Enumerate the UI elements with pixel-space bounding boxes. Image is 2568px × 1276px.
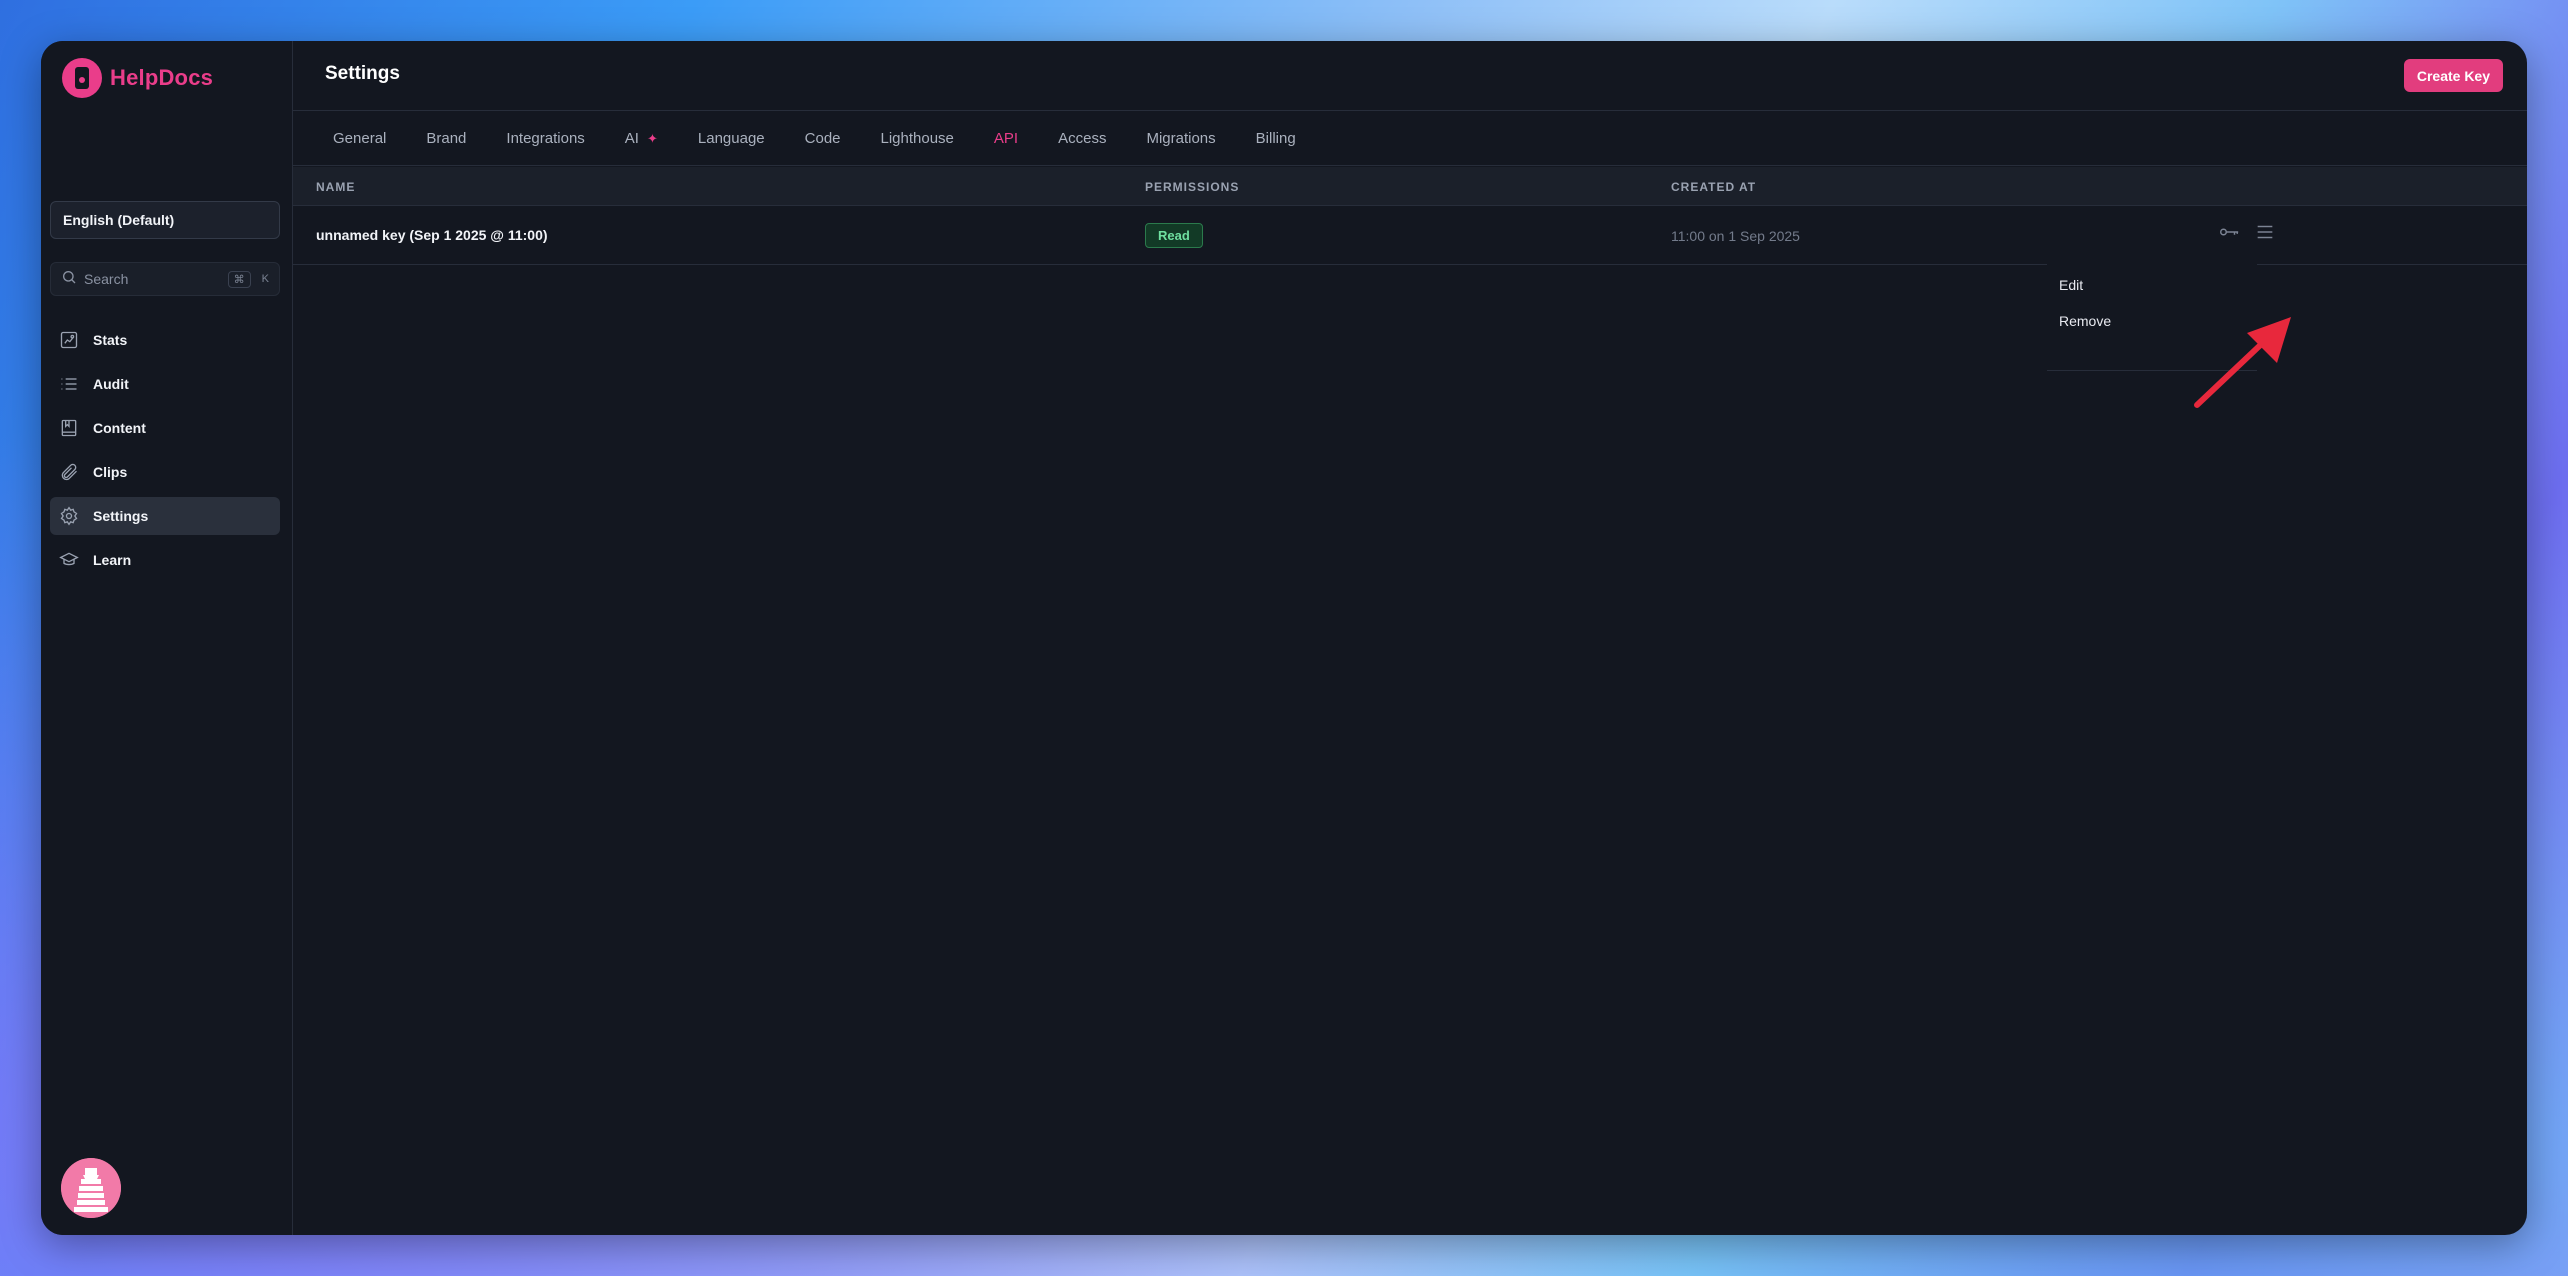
sidebar-item-label: Stats — [93, 332, 128, 348]
settings-tabs: General Brand Integrations AI ✦ Language… — [293, 112, 2527, 166]
sidebar-item-settings[interactable]: Settings — [50, 497, 280, 535]
tab-access[interactable]: Access — [1038, 130, 1126, 147]
sidebar-nav: Stats Audit Content Clips Settings Learn — [50, 321, 280, 585]
search-icon — [61, 269, 77, 290]
tab-language[interactable]: Language — [678, 130, 785, 147]
sidebar-item-label: Audit — [93, 376, 129, 392]
sidebar-item-label: Settings — [93, 508, 149, 524]
main-panel: Settings Create Key General Brand Integr… — [293, 41, 2527, 1235]
search-placeholder: Search — [84, 271, 129, 287]
create-key-button[interactable]: Create Key — [2403, 59, 2503, 92]
graduation-cap-icon — [59, 550, 79, 570]
logo-icon — [62, 58, 102, 98]
column-header-name: NAME — [316, 180, 356, 194]
row-actions — [2218, 221, 2276, 248]
sidebar-item-learn[interactable]: Learn — [50, 541, 280, 579]
tab-billing[interactable]: Billing — [1236, 130, 1316, 147]
paperclip-icon — [59, 462, 79, 482]
sidebar-item-audit[interactable]: Audit — [50, 365, 280, 403]
app-window: HelpDocs English (Default) Search ⌘ K St… — [41, 41, 2527, 1235]
tab-migrations[interactable]: Migrations — [1126, 130, 1235, 147]
tab-code[interactable]: Code — [785, 130, 861, 147]
list-icon — [59, 374, 79, 394]
sparkle-icon: ✦ — [646, 130, 658, 146]
key-name: unnamed key (Sep 1 2025 @ 11:00) — [316, 227, 548, 243]
permission-badge: Read — [1145, 223, 1203, 248]
logo[interactable]: HelpDocs — [62, 58, 213, 98]
book-icon — [59, 418, 79, 438]
column-header-permissions: PERMISSIONS — [1145, 180, 1240, 194]
shortcut-key: ⌘ — [227, 270, 251, 288]
annotation-arrow-icon — [2194, 317, 2291, 408]
gear-icon — [59, 506, 79, 526]
lighthouse-icon — [61, 1158, 121, 1218]
menu-item-edit[interactable]: Edit — [2047, 267, 2257, 303]
tab-ai-label: AI — [624, 130, 639, 147]
sidebar-item-label: Content — [93, 420, 146, 436]
api-keys-table: NAME PERMISSIONS CREATED AT unnamed key … — [293, 167, 2527, 265]
table-header: NAME PERMISSIONS CREATED AT — [293, 167, 2527, 206]
sidebar: HelpDocs English (Default) Search ⌘ K St… — [41, 41, 293, 1235]
created-at: 11:00 on 1 Sep 2025 — [1671, 228, 1800, 244]
tab-ai[interactable]: AI ✦ — [605, 130, 678, 147]
sidebar-item-clips[interactable]: Clips — [50, 453, 280, 491]
search-input[interactable]: Search ⌘ K — [50, 262, 280, 296]
tab-integrations[interactable]: Integrations — [486, 130, 604, 147]
topbar: Settings Create Key — [293, 41, 2527, 111]
tab-brand[interactable]: Brand — [406, 130, 486, 147]
language-select[interactable]: English (Default) — [50, 201, 280, 239]
sidebar-item-label: Learn — [93, 552, 132, 568]
app-name: HelpDocs — [110, 65, 214, 90]
tab-general[interactable]: General — [313, 130, 406, 147]
key-icon[interactable] — [2218, 221, 2240, 248]
page-title: Settings — [325, 63, 400, 84]
sidebar-item-label: Clips — [93, 464, 128, 480]
sidebar-item-content[interactable]: Content — [50, 409, 280, 447]
tab-lighthouse[interactable]: Lighthouse — [861, 130, 974, 147]
tab-api[interactable]: API — [974, 130, 1038, 147]
shortcut-letter: K — [261, 273, 269, 285]
avatar[interactable] — [61, 1158, 121, 1218]
column-header-created-at: CREATED AT — [1671, 180, 1757, 194]
sidebar-item-stats[interactable]: Stats — [50, 321, 280, 359]
menu-icon[interactable] — [2254, 221, 2276, 248]
stats-icon — [59, 330, 79, 350]
